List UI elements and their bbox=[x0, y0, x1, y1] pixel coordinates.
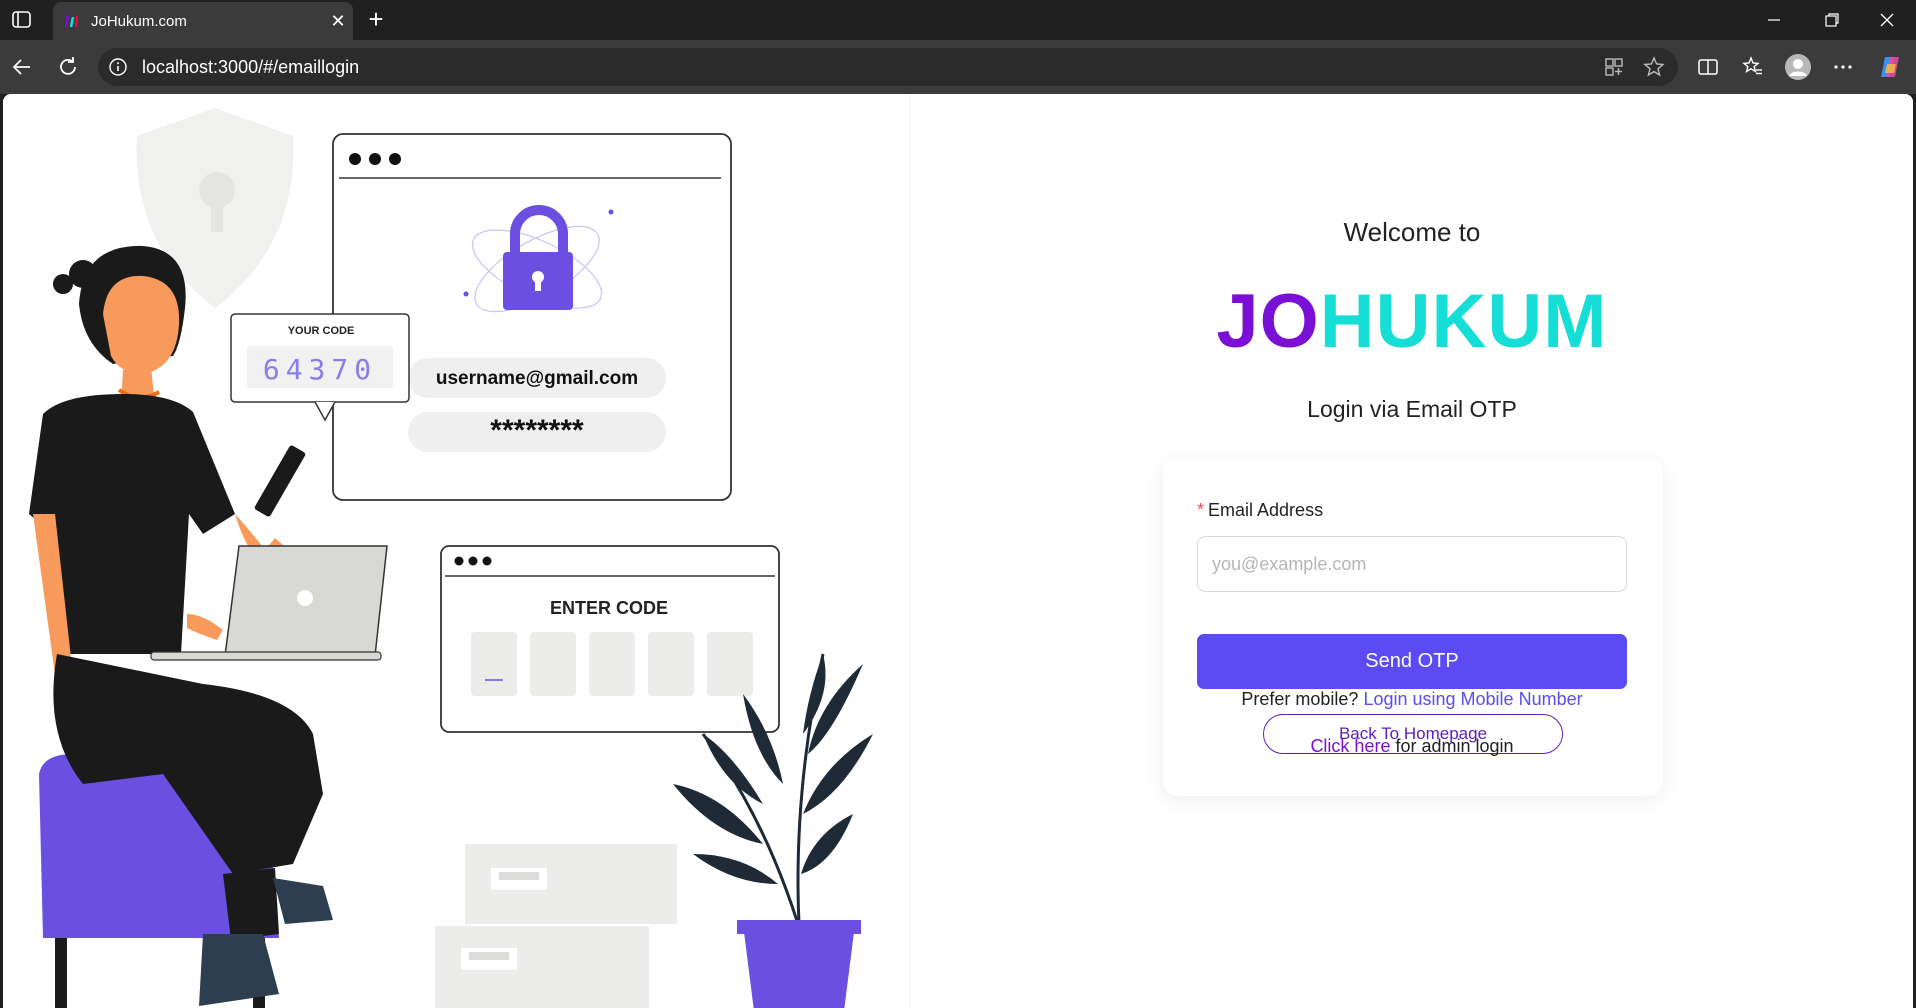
profile-avatar-icon[interactable] bbox=[1782, 51, 1814, 83]
laptop-icon bbox=[150, 545, 388, 661]
app-grid-icon[interactable] bbox=[1598, 51, 1630, 83]
mobile-login-line: Prefer mobile? Login using Mobile Number bbox=[910, 689, 1913, 710]
site-info-icon[interactable] bbox=[108, 57, 128, 77]
send-otp-button[interactable]: Send OTP bbox=[1197, 634, 1627, 689]
code-value: 64370 bbox=[263, 353, 377, 386]
enter-code-title: ENTER CODE bbox=[550, 598, 668, 618]
email-input[interactable] bbox=[1197, 536, 1627, 592]
login-panel: Welcome to JOHUKUM Login via Email OTP *… bbox=[909, 94, 1913, 1008]
new-tab-button[interactable]: + bbox=[362, 6, 390, 34]
admin-login-text: for admin login bbox=[1395, 736, 1514, 756]
johukum-favicon-icon bbox=[63, 12, 81, 30]
brand-logo-part1: JO bbox=[1216, 279, 1320, 364]
copilot-icon[interactable] bbox=[1874, 51, 1906, 83]
security-illustration-svg: YOUR CODE 64370 username@gmail.com *****… bbox=[29, 108, 873, 1008]
mobile-login-link[interactable]: Login using Mobile Number bbox=[1363, 689, 1582, 709]
code-bubble-title: YOUR CODE bbox=[288, 325, 355, 337]
admin-login-line: Click here for admin login bbox=[910, 736, 1913, 757]
storage-boxes-icon bbox=[435, 844, 677, 1008]
favorite-star-icon[interactable] bbox=[1638, 51, 1670, 83]
favorites-icon[interactable] bbox=[1737, 51, 1769, 83]
url-text: localhost:3000/#/emaillogin bbox=[142, 56, 360, 77]
close-window-button[interactable] bbox=[1858, 0, 1916, 40]
page-subtitle: Login via Email OTP bbox=[1307, 396, 1517, 422]
more-options-icon[interactable] bbox=[1827, 51, 1859, 83]
tab-close-icon[interactable]: ✕ bbox=[323, 6, 353, 36]
tab-title: JoHukum.com bbox=[91, 12, 187, 30]
welcome-heading: Welcome to bbox=[1343, 217, 1481, 247]
email-field-label: * Email Address bbox=[1197, 500, 1323, 521]
username-field-text: username@gmail.com bbox=[436, 368, 638, 389]
split-screen-icon[interactable] bbox=[1692, 51, 1724, 83]
password-field-text: ******** bbox=[490, 414, 584, 447]
back-arrow-icon[interactable] bbox=[6, 51, 38, 83]
login-illustration: YOUR CODE 64370 username@gmail.com *****… bbox=[3, 94, 909, 1008]
address-bar[interactable]: localhost:3000/#/emaillogin bbox=[98, 48, 1678, 86]
brand-logo: JOHUKUM bbox=[910, 278, 1913, 365]
brand-logo-part2: HUKUM bbox=[1319, 279, 1608, 364]
browser-toolbar: localhost:3000/#/emaillogin bbox=[0, 40, 1916, 94]
browser-tab[interactable]: JoHukum.com ✕ bbox=[53, 2, 353, 40]
minimize-button[interactable] bbox=[1745, 0, 1803, 40]
email-label-text: Email Address bbox=[1208, 500, 1324, 520]
admin-login-link[interactable]: Click here bbox=[1310, 736, 1390, 756]
page-viewport: YOUR CODE 64370 username@gmail.com *****… bbox=[3, 94, 1913, 1008]
mobile-prompt-text: Prefer mobile? bbox=[1241, 689, 1359, 709]
tab-actions-icon[interactable] bbox=[10, 9, 34, 31]
enter-code-window-icon bbox=[440, 545, 780, 733]
required-asterisk: * bbox=[1197, 500, 1205, 520]
restore-button[interactable] bbox=[1803, 0, 1861, 40]
refresh-icon[interactable] bbox=[52, 51, 84, 83]
browser-titlebar: JoHukum.com ✕ + bbox=[0, 0, 1916, 40]
